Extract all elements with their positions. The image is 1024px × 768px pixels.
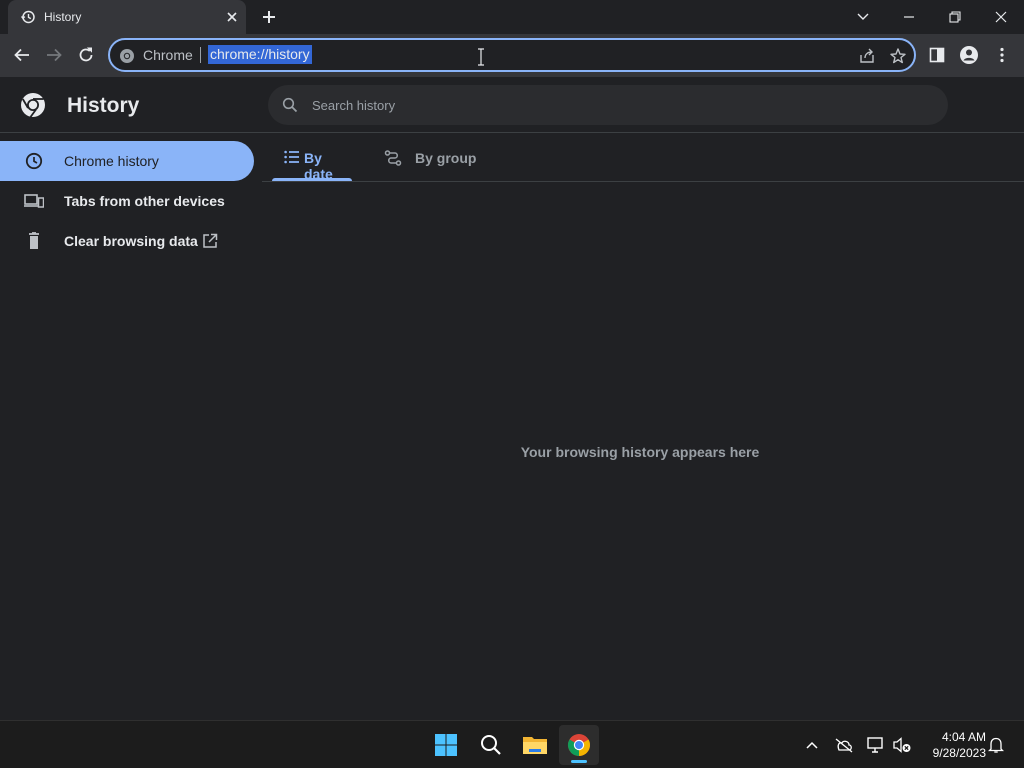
sidebar-item-chrome-history[interactable]: Chrome history	[0, 141, 254, 181]
chrome-logo-icon	[21, 93, 45, 118]
share-icon[interactable]	[858, 47, 876, 65]
sidebar-item-label: Chrome history	[64, 153, 159, 169]
bell-icon	[988, 737, 1004, 753]
system-clock[interactable]: 4:04 AM 9/28/2023	[916, 729, 986, 761]
close-tab-icon[interactable]	[224, 9, 240, 25]
bookmark-star-icon[interactable]	[889, 47, 907, 65]
reload-button[interactable]	[75, 44, 97, 66]
chevron-down-icon	[857, 13, 869, 20]
search-bar[interactable]	[268, 85, 948, 125]
restore-button[interactable]	[932, 0, 978, 34]
arrow-left-icon	[14, 48, 29, 62]
sidebar-item-label: Tabs from other devices	[64, 193, 225, 209]
chrome-icon	[120, 49, 134, 63]
windows-taskbar: 4:04 AM 9/28/2023	[0, 720, 1024, 768]
avatar-icon	[960, 46, 978, 64]
minimize-button[interactable]	[886, 0, 932, 34]
menu-button[interactable]	[991, 44, 1013, 66]
close-icon	[995, 11, 1007, 23]
volume-tray[interactable]	[892, 735, 912, 755]
cloud-off-icon	[835, 738, 853, 753]
start-button[interactable]	[426, 725, 466, 765]
notifications-button[interactable]	[986, 735, 1006, 755]
address-bar[interactable]: Chrome chrome://history	[108, 38, 916, 72]
arrow-right-icon	[47, 48, 62, 62]
site-chip-label: Chrome	[143, 47, 193, 63]
onedrive-tray[interactable]	[834, 735, 854, 755]
file-explorer-icon	[523, 737, 547, 754]
page-title: History	[67, 94, 140, 117]
trash-icon	[29, 232, 39, 249]
sidebar-item-clear-browsing-data[interactable]: Clear browsing data	[0, 221, 254, 261]
url-text[interactable]: chrome://history	[208, 45, 312, 64]
browser-toolbar: Chrome chrome://history	[0, 34, 1024, 77]
chrome-taskbar-button[interactable]	[559, 725, 599, 765]
chrome-icon	[568, 734, 590, 756]
devices-icon	[24, 194, 44, 208]
forward-button[interactable]	[43, 44, 65, 66]
file-explorer-button[interactable]	[515, 725, 555, 765]
new-tab-icon[interactable]	[260, 8, 278, 26]
taskbar-search-button[interactable]	[471, 725, 511, 765]
close-window-button[interactable]	[978, 0, 1024, 34]
tab-by-date[interactable]: By date	[272, 133, 352, 182]
volume-muted-icon	[893, 737, 911, 753]
tab-strip: History	[0, 0, 1024, 34]
sidebar: Chrome history Tabs from other devices C…	[0, 133, 262, 720]
list-icon	[284, 150, 299, 164]
history-header: History	[0, 77, 1024, 133]
chip-separator	[200, 47, 201, 63]
tab-label: By group	[415, 150, 477, 166]
sidebar-item-other-devices[interactable]: Tabs from other devices	[0, 181, 254, 221]
restore-icon	[949, 11, 961, 23]
profile-button[interactable]	[958, 44, 980, 66]
windows-start-icon	[435, 734, 457, 756]
tab-title: History	[44, 10, 82, 24]
show-hidden-icons-button[interactable]	[802, 735, 822, 755]
search-icon	[282, 97, 298, 113]
network-icon	[867, 737, 883, 753]
text-cursor-icon	[478, 48, 484, 66]
network-tray[interactable]	[866, 735, 886, 755]
clock-date: 9/28/2023	[932, 746, 986, 760]
chevron-up-icon	[806, 741, 818, 749]
empty-history-message: Your browsing history appears here	[520, 444, 760, 460]
running-indicator	[571, 760, 587, 763]
back-button[interactable]	[11, 44, 33, 66]
sidebar-item-label: Clear browsing data	[64, 233, 198, 249]
clock-icon	[25, 152, 43, 170]
history-view-tabs: By date By group	[262, 133, 1024, 182]
group-icon	[384, 150, 402, 166]
side-panel-button[interactable]	[926, 44, 948, 66]
search-input[interactable]	[312, 85, 912, 125]
clock-time: 4:04 AM	[941, 730, 986, 744]
open-in-new-icon	[203, 233, 218, 248]
more-vert-icon	[1000, 47, 1004, 63]
browser-tab[interactable]: History	[8, 0, 246, 34]
search-icon	[481, 735, 501, 755]
tab-by-group[interactable]: By group	[384, 133, 484, 181]
minimize-icon	[904, 16, 914, 18]
side-panel-icon	[929, 47, 945, 63]
history-icon	[20, 10, 35, 24]
tab-search-button[interactable]	[840, 0, 886, 34]
reload-icon	[79, 47, 93, 62]
active-tab-indicator	[272, 178, 352, 181]
